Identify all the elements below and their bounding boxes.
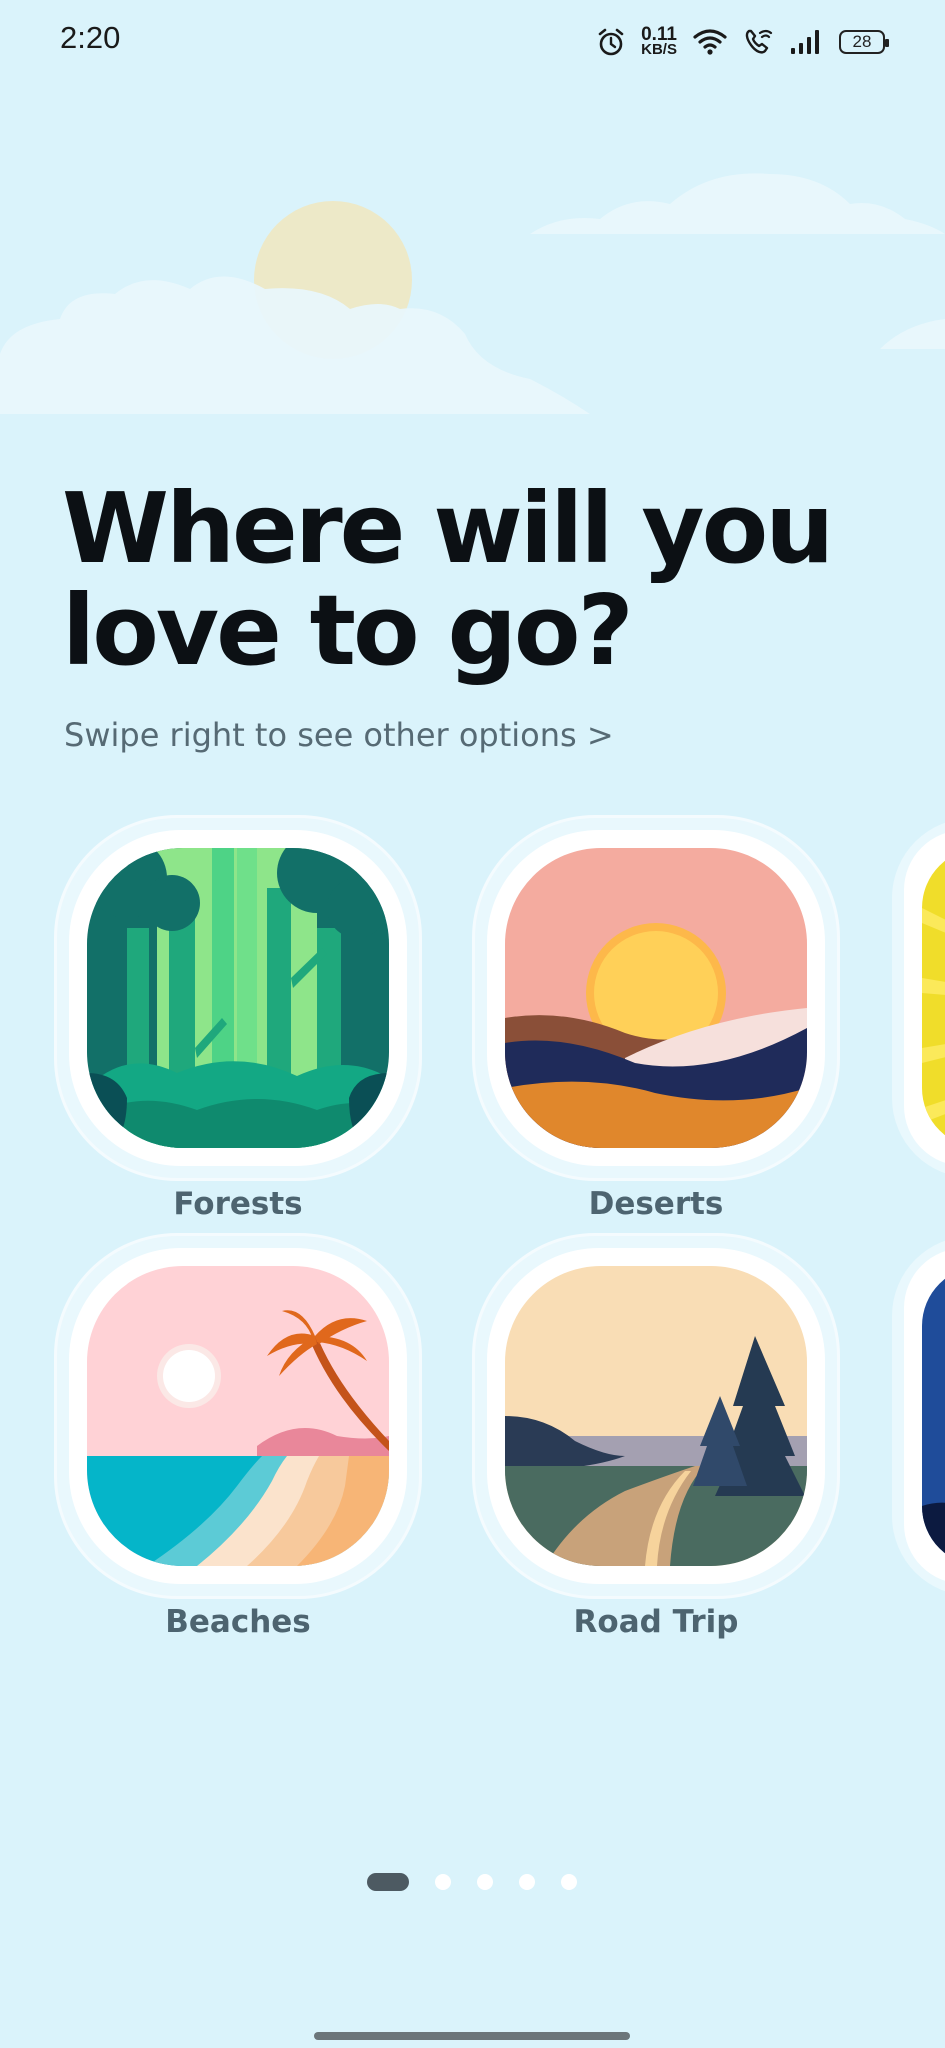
road-trip-illustration [505,1266,807,1566]
category-label-deserts[interactable]: Deserts [475,1186,837,1222]
cloud-left [0,276,590,414]
category-card-next-peek-2[interactable] [892,1236,945,1596]
category-card-forests[interactable] [57,818,419,1178]
category-card-road-trip[interactable] [475,1236,837,1596]
sky-illustration [0,173,945,414]
status-time: 2:20 [60,20,121,55]
page-dot-5[interactable] [561,1874,577,1890]
beach-illustration [87,1266,389,1566]
page-dot-2[interactable] [435,1874,451,1890]
night-sky-illustration [922,1266,945,1566]
category-label-road-trip[interactable]: Road Trip [475,1604,837,1640]
desert-illustration [505,848,807,1148]
alarm-icon [598,28,624,56]
network-speed-unit: KB/S [641,41,677,58]
sun-rays-illustration [922,848,945,1148]
wifi-icon [693,29,727,55]
status-icons: 0.11 KB/S 28 [597,22,889,62]
page-dot-3[interactable] [477,1874,493,1890]
pagination-dots [0,1870,945,1894]
category-card-deserts[interactable] [475,818,837,1178]
category-label-forests[interactable]: Forests [57,1186,419,1222]
page-headline: Where will you love to go? [62,472,834,687]
status-bar: 2:20 0.11 KB/S 28 [0,0,945,84]
cloud-edge [880,319,945,349]
network-speed: 0.11 KB/S [641,24,677,58]
category-card-next-peek[interactable] [892,818,945,1178]
category-label-beaches[interactable]: Beaches [57,1604,419,1640]
swipe-hint: Swipe right to see other options > [64,716,614,754]
signal-icon [791,30,819,54]
wifi-calling-icon [745,29,773,54]
network-speed-value: 0.11 [641,24,677,45]
battery-indicator: 28 [839,30,889,54]
category-card-beaches[interactable] [57,1236,419,1596]
forest-illustration [87,848,389,1148]
page-dot-1[interactable] [367,1873,409,1891]
page-dot-4[interactable] [519,1874,535,1890]
home-indicator[interactable] [314,2032,630,2040]
cloud-right [530,173,945,234]
